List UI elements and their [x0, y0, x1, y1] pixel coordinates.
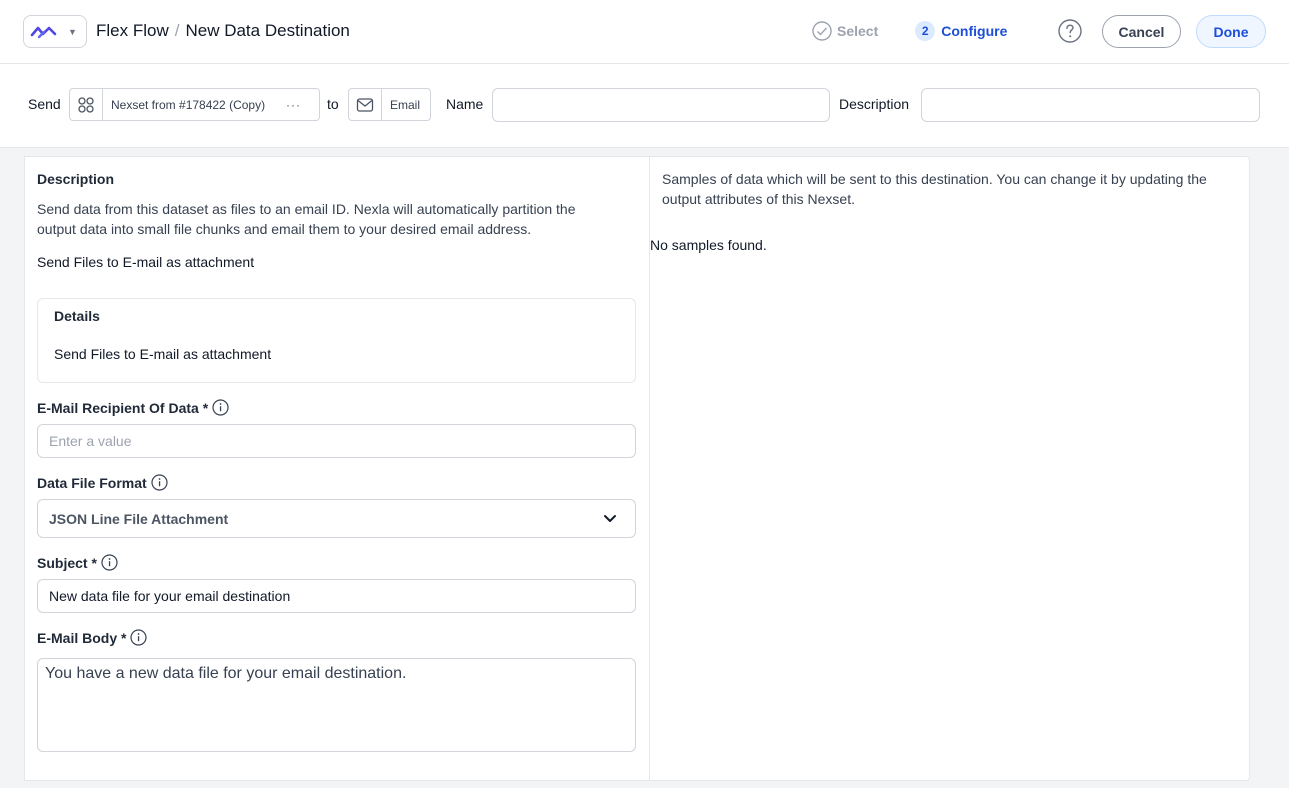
details-text: Send Files to E-mail as attachment	[54, 346, 272, 362]
breadcrumb-root[interactable]: Flex Flow	[96, 21, 169, 41]
description-line: Send data from this dataset as files to …	[37, 201, 576, 217]
description-title: Description	[37, 171, 115, 187]
more-options-icon[interactable]: ···	[286, 98, 319, 112]
format-label-text: Data File Format	[37, 474, 147, 491]
step-select[interactable]: Select	[812, 21, 878, 41]
page-title: New Data Destination	[185, 21, 350, 40]
source-nexset-chip[interactable]: Nexset from #178422 (Copy) ···	[69, 88, 320, 121]
empty-samples-message: No samples found.	[650, 237, 767, 253]
subject-input[interactable]: New data file for your email destination	[37, 579, 636, 613]
description-label: Description	[839, 96, 910, 112]
samples-info-line: output attributes of this Nexset.	[662, 191, 855, 207]
description-input[interactable]	[921, 88, 1260, 122]
chevron-down-icon	[604, 515, 616, 522]
description-line: output data into small file chunks and e…	[37, 221, 532, 237]
mail-icon	[349, 89, 382, 120]
details-title: Details	[54, 308, 100, 324]
description-text: Send data from this dataset as files to …	[37, 199, 575, 239]
recipient-email-input[interactable]: Enter a value	[37, 424, 636, 458]
top-header: ▼ Flex Flow / New Data Destination Selec…	[0, 0, 1289, 64]
send-label: Send	[28, 96, 61, 112]
step-number-badge: 2	[915, 21, 936, 41]
email-body-textarea[interactable]: You have a new data file for your email …	[37, 658, 636, 752]
wizard-steps: Select 2 Configure	[812, 21, 1007, 41]
send-bar: Send Nexset from #178422 (Copy) ··· to E…	[0, 64, 1289, 148]
flow-logo-icon	[30, 26, 57, 38]
format-selected-value: JSON Line File Attachment	[49, 510, 229, 527]
info-icon[interactable]	[101, 554, 118, 571]
breadcrumb: Flex Flow / New Data Destination	[96, 21, 350, 41]
body-field-label: E-Mail Body *	[37, 629, 148, 646]
step-configure-label: Configure	[941, 23, 1008, 39]
grid-icon	[70, 89, 103, 120]
data-file-format-select[interactable]: JSON Line File Attachment	[37, 499, 636, 538]
destination-email-chip[interactable]: Email	[348, 88, 431, 121]
info-icon[interactable]	[130, 629, 148, 646]
samples-panel: Samples of data which will be sent to th…	[649, 156, 1250, 781]
format-field-label: Data File Format	[37, 474, 168, 491]
to-label: to	[327, 96, 339, 112]
step-select-label: Select	[837, 23, 879, 39]
source-nexset-name: Nexset from #178422 (Copy)	[111, 97, 266, 112]
subject-field-label: Subject *	[37, 554, 118, 571]
help-icon[interactable]	[1058, 19, 1082, 43]
cancel-button[interactable]: Cancel	[1102, 15, 1181, 48]
info-icon[interactable]	[151, 474, 168, 491]
check-circle-icon	[812, 21, 832, 41]
details-card: Details Send Files to E-mail as attachme…	[37, 298, 636, 383]
recipient-label-text: E-Mail Recipient Of Data *	[37, 399, 209, 416]
done-button[interactable]: Done	[1196, 15, 1266, 48]
info-icon[interactable]	[212, 399, 229, 416]
subject-label-text: Subject *	[37, 554, 97, 571]
recipient-field-label: E-Mail Recipient Of Data *	[37, 399, 229, 416]
step-configure[interactable]: 2 Configure	[915, 21, 1007, 41]
connector-summary: Send Files to E-mail as attachment	[37, 254, 255, 270]
name-input[interactable]	[492, 88, 830, 122]
breadcrumb-separator: /	[174, 21, 180, 40]
samples-info-line: Samples of data which will be sent to th…	[662, 171, 1207, 187]
body-label-text: E-Mail Body *	[37, 629, 127, 646]
name-label: Name	[446, 96, 484, 112]
samples-info-text: Samples of data which will be sent to th…	[662, 169, 1207, 209]
destination-name: Email	[390, 97, 421, 112]
config-panel: Description Send data from this dataset …	[24, 156, 649, 781]
app-switcher-button[interactable]: ▼	[23, 15, 87, 48]
chevron-down-icon: ▼	[68, 26, 77, 37]
